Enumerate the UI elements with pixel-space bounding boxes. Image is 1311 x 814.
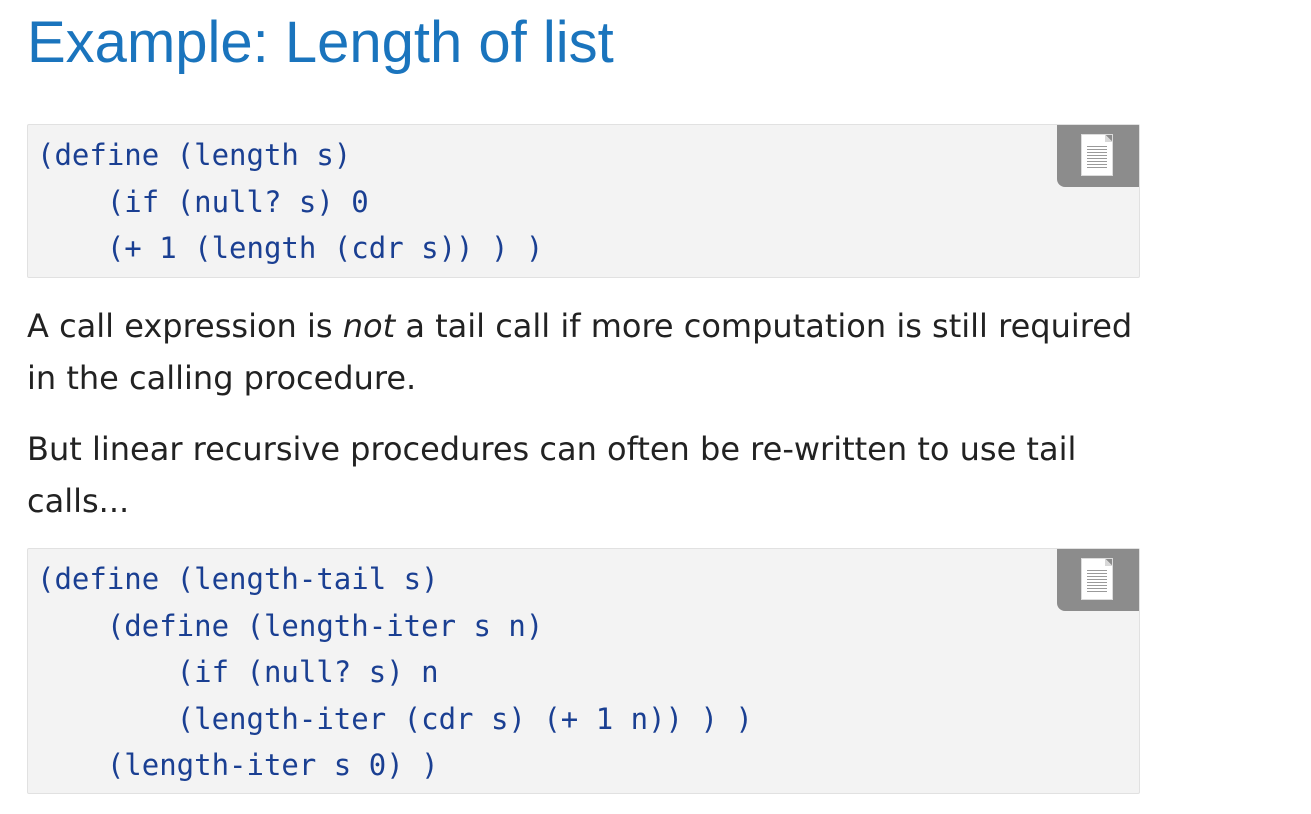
code-line: (define (length s) xyxy=(37,138,352,172)
code-line: (length-iter s 0) ) xyxy=(37,748,439,782)
document-copy-icon xyxy=(1081,558,1113,600)
code-listing: (define (length-tail s) (define (length-… xyxy=(28,549,1139,789)
code-block-length-tail: (define (length-tail s) (define (length-… xyxy=(27,548,1140,794)
code-line: (+ 1 (length (cdr s)) ) ) xyxy=(37,231,544,265)
paragraph-tail-call-definition: A call expression is not a tail call if … xyxy=(27,300,1157,404)
code-line: (if (null? s) n xyxy=(37,655,439,689)
page-title: Example: Length of list xyxy=(27,10,614,75)
copy-code-button[interactable] xyxy=(1057,549,1139,611)
copy-code-button[interactable] xyxy=(1057,125,1139,187)
code-listing: (define (length s) (if (null? s) 0 (+ 1 … xyxy=(28,125,1139,272)
code-line: (if (null? s) 0 xyxy=(37,184,369,219)
code-line: (define (length-iter s n) xyxy=(37,608,544,643)
paragraph-text: A call expression is xyxy=(27,307,343,345)
code-line: (define (length-tail s) xyxy=(37,562,439,596)
paragraph-rewrite-note: But linear recursive procedures can ofte… xyxy=(27,430,1077,520)
document-copy-icon xyxy=(1081,134,1113,176)
code-block-length: (define (length s) (if (null? s) 0 (+ 1 … xyxy=(27,124,1140,278)
emphasis-text: not xyxy=(342,307,396,345)
code-line: (length-iter (cdr s) (+ 1 n)) ) ) xyxy=(37,701,753,736)
